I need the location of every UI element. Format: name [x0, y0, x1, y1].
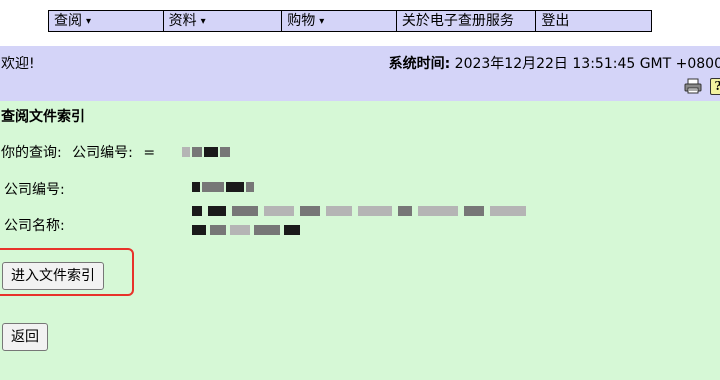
company-name-label: 公司名称: — [4, 218, 65, 234]
menu-data[interactable]: 资料 ▾ — [164, 11, 283, 31]
menu-query[interactable]: 查阅 ▾ — [49, 11, 164, 31]
menu-query-label: 查阅 — [54, 13, 82, 29]
back-button[interactable]: 返回 — [2, 323, 48, 351]
system-time-value: 2023年12月22日 13:51:45 GMT +0800 — [454, 56, 720, 72]
menu-logout[interactable]: 登出 — [536, 11, 651, 31]
menu-about-label: 关於电子查册服务 — [401, 13, 514, 29]
menu-shopping[interactable]: 购物 ▾ — [282, 11, 397, 31]
query-row: 你的查询: 公司编号: = — [1, 142, 242, 162]
query-field-label: 公司编号: — [72, 145, 133, 161]
enter-document-index-button[interactable]: 进入文件索引 — [2, 262, 104, 290]
redacted-company-number — [190, 181, 260, 193]
query-operator: = — [143, 145, 156, 161]
query-label: 你的查询: — [1, 145, 62, 161]
help-icon[interactable]: ? — [710, 78, 720, 95]
menu-about[interactable]: 关於电子查册服务 — [397, 11, 537, 31]
content-area: 查阅文件索引 你的查询: 公司编号: = 公司编号: 公司名称: 进入文件索引 … — [0, 101, 720, 380]
print-icon[interactable] — [684, 78, 702, 94]
menu-logout-label: 登出 — [541, 13, 570, 29]
header-band: 欢迎! 系统时间: 2023年12月22日 13:51:45 GMT +0800… — [0, 46, 720, 101]
welcome-text: 欢迎! — [1, 56, 35, 72]
chevron-down-icon: ▾ — [200, 16, 206, 27]
chevron-down-icon: ▾ — [86, 16, 92, 27]
system-time-label: 系统时间: — [388, 56, 451, 72]
company-number-label: 公司编号: — [4, 182, 65, 198]
redacted-company-name-english — [190, 205, 530, 217]
system-time: 系统时间: 2023年12月22日 13:51:45 GMT +0800 — [389, 53, 720, 73]
top-nav-menu: 查阅 ▾ 资料 ▾ 购物 ▾ 关於电子查册服务 登出 — [48, 10, 652, 32]
chevron-down-icon: ▾ — [319, 16, 325, 27]
menu-data-label: 资料 — [168, 13, 197, 29]
redacted-company-name-chinese — [190, 224, 310, 236]
menu-shopping-label: 购物 — [287, 13, 316, 29]
redacted-query-value — [166, 146, 236, 158]
page-title: 查阅文件索引 — [1, 109, 85, 125]
